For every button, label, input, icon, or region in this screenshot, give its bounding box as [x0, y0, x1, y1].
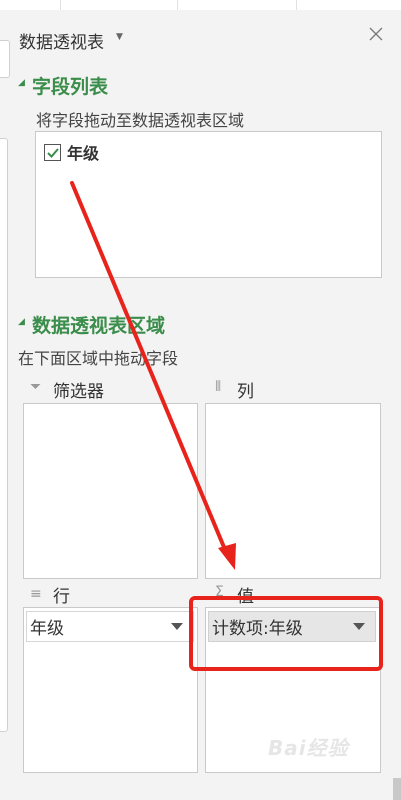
pivot-table-panel: 数据透视表 ▼ ◢ 字段列表 将字段拖动至数据透视表区域 年级 ◢ 数据透视表区…	[12, 10, 401, 800]
panel-title[interactable]: 数据透视表	[19, 28, 104, 53]
scrollbar-thumb[interactable]	[393, 778, 401, 800]
field-list-box[interactable]: 年级	[35, 131, 382, 278]
collapse-triangle-icon[interactable]: ◢	[18, 78, 25, 88]
funnel-icon: ⏷	[30, 379, 42, 395]
pivot-areas-hint: 在下面区域中拖动字段	[18, 349, 179, 368]
values-field-dropdown[interactable]: 计数项:年级	[208, 611, 376, 642]
rows-icon: ≡	[30, 586, 42, 602]
rows-field-dropdown[interactable]: 年级	[26, 611, 194, 642]
columns-drop-zone[interactable]	[205, 403, 381, 579]
checkmark-icon	[47, 147, 59, 158]
watermark-logo: Bai经验	[268, 736, 349, 760]
field-checkbox[interactable]	[44, 143, 61, 161]
rows-area-label: 行	[53, 587, 70, 607]
filter-drop-zone[interactable]	[23, 403, 198, 579]
pivot-areas-heading[interactable]: 数据透视表区域	[32, 311, 165, 338]
columns-icon: ⦀	[215, 379, 221, 395]
dropdown-arrow-icon[interactable]	[353, 623, 365, 630]
chevron-down-icon[interactable]: ▼	[116, 32, 123, 42]
field-item-grade[interactable]: 年级	[44, 140, 99, 164]
sigma-icon: Σ	[215, 584, 224, 600]
column-divider	[60, 0, 61, 10]
field-list-hint: 将字段拖动至数据透视表区域	[36, 111, 245, 130]
rows-drop-zone[interactable]: 年级	[23, 607, 198, 773]
column-divider	[177, 0, 178, 10]
left-gutter	[0, 10, 12, 790]
field-label: 年级	[67, 144, 100, 163]
rows-field-label: 年级	[30, 619, 64, 639]
close-icon[interactable]	[368, 26, 384, 42]
field-list-heading[interactable]: 字段列表	[32, 72, 108, 99]
dropdown-arrow-icon[interactable]	[171, 623, 183, 630]
left-control[interactable]	[0, 40, 10, 78]
collapse-triangle-icon[interactable]: ◢	[18, 317, 25, 327]
columns-area-label: 列	[237, 382, 254, 402]
values-field-label: 计数项:年级	[212, 619, 303, 639]
column-divider	[296, 0, 297, 10]
values-area-label: 值	[237, 587, 254, 607]
filter-area-label: 筛选器	[53, 382, 104, 402]
left-pane-edge	[0, 138, 8, 732]
